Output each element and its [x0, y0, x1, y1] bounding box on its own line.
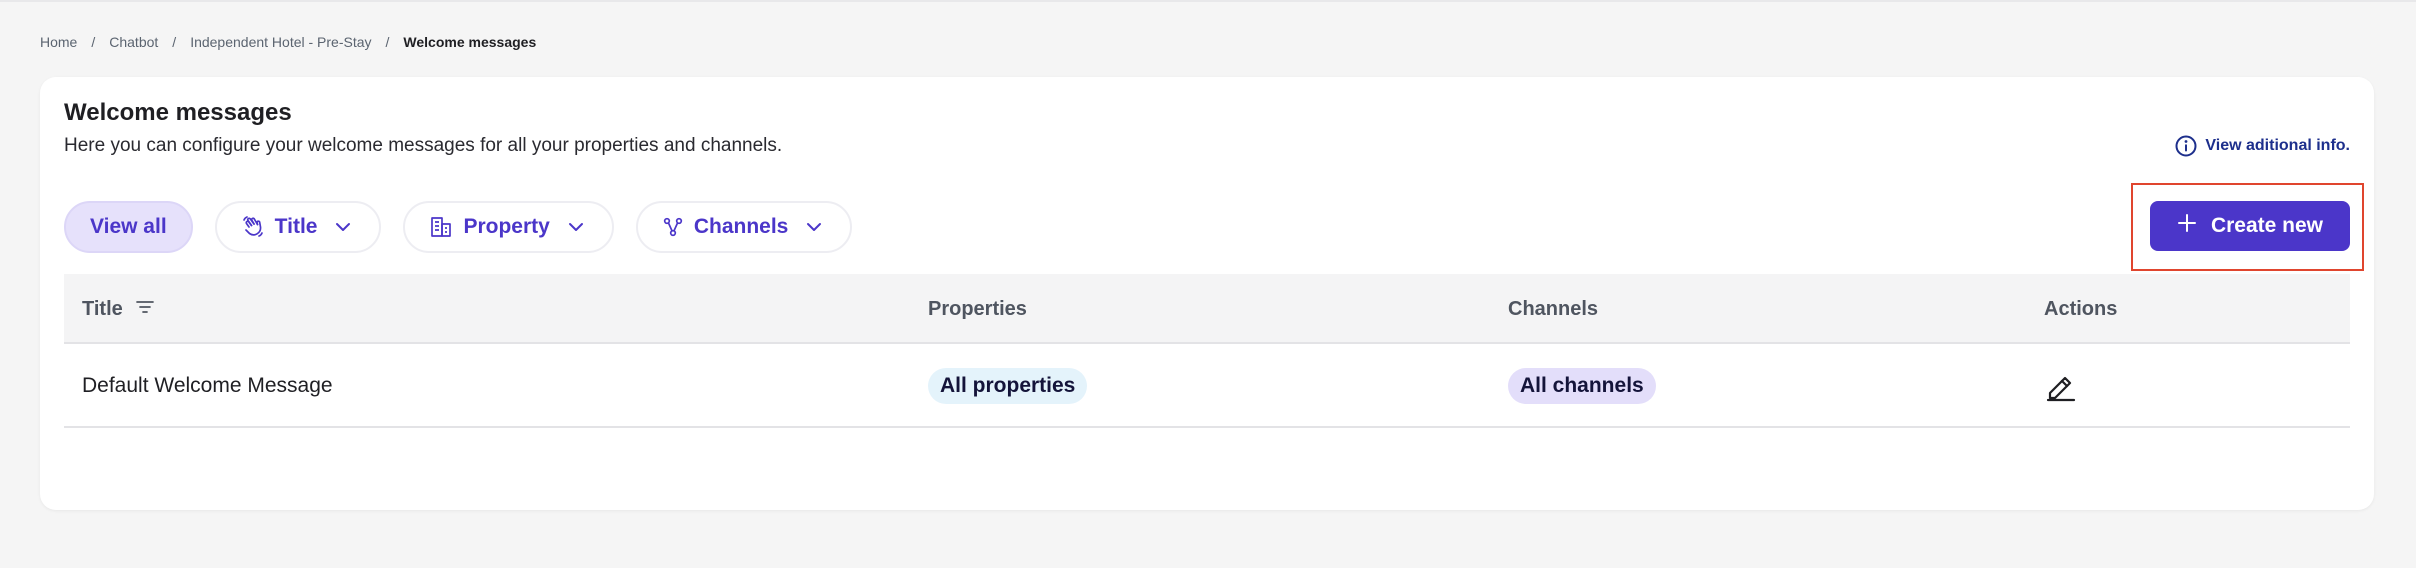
page-subtitle: Here you can configure your welcome mess…	[64, 135, 783, 156]
filter-view-all[interactable]: View all	[64, 201, 193, 253]
filter-title-label: Title	[274, 215, 318, 238]
chevron-down-icon	[566, 217, 586, 237]
chevron-down-icon	[333, 217, 353, 237]
breadcrumb: Home / Chatbot / Independent Hotel - Pre…	[40, 31, 536, 53]
plus-icon	[2177, 213, 2197, 239]
row-title: Default Welcome Message	[82, 374, 333, 397]
column-header-properties: Properties	[928, 297, 1027, 320]
filter-channels-label: Channels	[693, 215, 789, 238]
breadcrumb-separator: /	[385, 34, 390, 50]
breadcrumb-hotel[interactable]: Independent Hotel - Pre-Stay	[190, 34, 371, 50]
breadcrumb-separator: /	[172, 34, 177, 50]
filter-title[interactable]: Title	[214, 201, 382, 253]
breadcrumb-current: Welcome messages	[403, 34, 537, 50]
column-header-channels: Channels	[1508, 297, 1599, 320]
view-info-label: View aditional info.	[2205, 137, 2350, 154]
filter-property[interactable]: Property	[403, 201, 614, 253]
welcome-messages-table: Title Properties Channels Actions Defaul…	[64, 274, 2350, 428]
column-header-title-label: Title	[82, 297, 123, 320]
waving-hand-icon	[241, 215, 265, 239]
row-channels: All channels	[1508, 344, 1656, 428]
sort-filter-icon[interactable]	[123, 298, 155, 321]
channels-icon	[662, 216, 684, 238]
channels-badge: All channels	[1508, 368, 1656, 404]
table-header: Title Properties Channels Actions	[64, 274, 2350, 344]
chevron-down-icon	[804, 217, 824, 237]
filter-channels[interactable]: Channels	[635, 201, 853, 253]
info-icon	[2175, 135, 2197, 157]
create-new-button[interactable]: Create new	[2150, 201, 2350, 251]
filter-property-label: Property	[463, 215, 550, 238]
filter-view-all-label: View all	[90, 215, 167, 238]
view-info-link[interactable]: View aditional info.	[2175, 135, 2350, 157]
column-header-title[interactable]: Title	[82, 274, 155, 344]
properties-badge: All properties	[928, 368, 1088, 404]
page-title: Welcome messages	[64, 99, 292, 126]
row-actions	[2044, 344, 2078, 428]
row-properties: All properties	[928, 344, 1088, 428]
filter-bar: View all Title Property Channels	[64, 201, 853, 253]
edit-icon[interactable]	[2044, 369, 2078, 403]
column-header-actions: Actions	[2044, 297, 2118, 320]
breadcrumb-home[interactable]: Home	[40, 34, 77, 50]
breadcrumb-chatbot[interactable]: Chatbot	[109, 34, 158, 50]
welcome-messages-card: Welcome messages Here you can configure …	[40, 77, 2374, 510]
table-row: Default Welcome Message All properties A…	[64, 344, 2350, 428]
breadcrumb-separator: /	[91, 34, 96, 50]
building-icon	[429, 215, 453, 239]
top-divider	[0, 0, 2416, 2]
create-new-label: Create new	[2210, 214, 2324, 237]
